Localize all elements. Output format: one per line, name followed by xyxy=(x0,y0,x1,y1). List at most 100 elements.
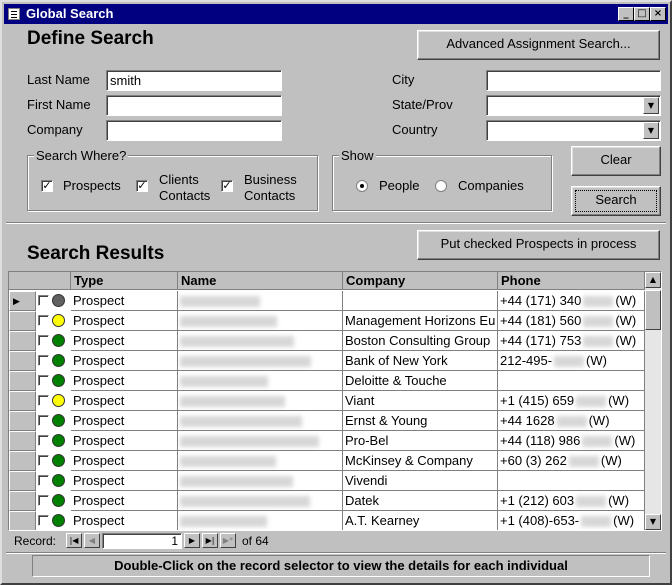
company-cell[interactable]: Ernst & Young xyxy=(343,411,498,431)
company-cell[interactable]: Bank of New York xyxy=(343,351,498,371)
name-cell[interactable] xyxy=(178,331,343,351)
name-cell[interactable] xyxy=(178,291,343,311)
record-selector[interactable] xyxy=(9,331,36,351)
phone-cell[interactable]: +44 (118) 986 (W) xyxy=(498,431,645,451)
company-cell[interactable]: Vivendi xyxy=(343,471,498,491)
prospects-checkbox[interactable]: ✓ xyxy=(41,180,53,192)
type-cell[interactable]: Prospect xyxy=(71,471,178,491)
record-selector[interactable] xyxy=(9,511,36,530)
row-checkbox[interactable] xyxy=(38,315,49,326)
new-record-icon[interactable]: ▶* xyxy=(220,533,236,548)
type-cell[interactable]: Prospect xyxy=(71,391,178,411)
record-selector[interactable] xyxy=(9,451,36,471)
company-cell[interactable]: Datek xyxy=(343,491,498,511)
name-cell[interactable] xyxy=(178,311,343,331)
business-contacts-checkbox[interactable]: ✓ xyxy=(221,180,233,192)
phone-cell[interactable]: +1 (212) 603 (W) xyxy=(498,491,645,511)
table-row[interactable]: Prospect McKinsey & Company +60 (3) 262 (W) xyxy=(9,451,645,471)
type-cell[interactable]: Prospect xyxy=(71,491,178,511)
clear-button[interactable]: Clear xyxy=(571,146,661,176)
type-cell[interactable]: Prospect xyxy=(71,351,178,371)
advanced-assignment-search-button[interactable]: Advanced Assignment Search... xyxy=(417,30,660,60)
table-row[interactable]: Prospect Viant +1 (415) 659 (W) xyxy=(9,391,645,411)
phone-cell[interactable]: 212-495- (W) xyxy=(498,351,645,371)
phone-cell[interactable] xyxy=(498,471,645,491)
column-header-type[interactable]: Type xyxy=(71,272,178,290)
name-cell[interactable] xyxy=(178,451,343,471)
type-cell[interactable]: Prospect xyxy=(71,311,178,331)
row-checkbox[interactable] xyxy=(38,375,49,386)
row-checkbox[interactable] xyxy=(38,435,49,446)
company-cell[interactable]: Viant xyxy=(343,391,498,411)
first-record-icon[interactable]: |◀ xyxy=(66,533,82,548)
previous-record-icon[interactable]: ◀ xyxy=(84,533,100,548)
name-cell[interactable] xyxy=(178,511,343,530)
column-header-name[interactable]: Name xyxy=(178,272,343,290)
state-prov-select[interactable]: ▼ xyxy=(486,95,661,116)
row-checkbox[interactable] xyxy=(38,495,49,506)
record-selector[interactable] xyxy=(9,491,36,511)
row-checkbox[interactable] xyxy=(38,515,49,526)
country-select[interactable]: ▼ xyxy=(486,120,661,141)
close-button[interactable]: × xyxy=(650,7,666,21)
state-dropdown-arrow-icon[interactable]: ▼ xyxy=(643,97,659,114)
city-input[interactable] xyxy=(486,70,661,91)
last-name-input[interactable]: smith xyxy=(106,70,282,91)
first-name-input[interactable] xyxy=(106,95,282,116)
phone-cell[interactable]: +60 (3) 262 (W) xyxy=(498,451,645,471)
record-selector[interactable] xyxy=(9,411,36,431)
table-row[interactable]: Prospect Pro-Bel +44 (118) 986 (W) xyxy=(9,431,645,451)
table-row[interactable]: Prospect A.T. Kearney +1 (408)-653- (W) xyxy=(9,511,645,530)
row-checkbox[interactable] xyxy=(38,295,49,306)
record-selector[interactable] xyxy=(9,351,36,371)
scroll-down-icon[interactable]: ▼ xyxy=(645,514,661,530)
table-row[interactable]: Prospect Boston Consulting Group +44 (171)… xyxy=(9,331,645,351)
table-row[interactable]: Prospect Bank of New York 212-495- (W) xyxy=(9,351,645,371)
clients-contacts-checkbox[interactable]: ✓ xyxy=(136,180,148,192)
type-cell[interactable]: Prospect xyxy=(71,411,178,431)
name-cell[interactable] xyxy=(178,391,343,411)
type-cell[interactable]: Prospect xyxy=(71,431,178,451)
put-checked-prospects-button[interactable]: Put checked Prospects in process xyxy=(417,230,660,260)
record-selector[interactable] xyxy=(9,371,36,391)
people-radio[interactable] xyxy=(356,180,368,192)
table-row[interactable]: Prospect Vivendi xyxy=(9,471,645,491)
table-row[interactable]: Prospect Ernst & Young +44 1628 (W) xyxy=(9,411,645,431)
record-selector[interactable]: ▶ xyxy=(9,291,36,311)
company-cell[interactable]: A.T. Kearney xyxy=(343,511,498,530)
next-record-icon[interactable]: ▶ xyxy=(184,533,200,548)
table-row[interactable]: Prospect Datek +1 (212) 603 (W) xyxy=(9,491,645,511)
column-header-phone[interactable]: Phone xyxy=(498,272,645,290)
phone-cell[interactable]: +44 (171) 340 (W) xyxy=(498,291,645,311)
minimize-button[interactable]: _ xyxy=(618,7,634,21)
scroll-thumb[interactable] xyxy=(645,290,661,330)
phone-cell[interactable]: +44 (171) 753 (W) xyxy=(498,331,645,351)
row-checkbox[interactable] xyxy=(38,455,49,466)
name-cell[interactable] xyxy=(178,431,343,451)
phone-cell[interactable]: +1 (408)-653- (W) xyxy=(498,511,645,530)
table-row[interactable]: Prospect Management Horizons Eu +44 (181) … xyxy=(9,311,645,331)
type-cell[interactable]: Prospect xyxy=(71,451,178,471)
record-selector[interactable] xyxy=(9,311,36,331)
search-button[interactable]: Search xyxy=(571,186,661,216)
name-cell[interactable] xyxy=(178,371,343,391)
company-input[interactable] xyxy=(106,120,282,141)
row-checkbox[interactable] xyxy=(38,355,49,366)
phone-cell[interactable]: +44 (181) 560 (W) xyxy=(498,311,645,331)
phone-cell[interactable]: +44 1628 (W) xyxy=(498,411,645,431)
name-cell[interactable] xyxy=(178,491,343,511)
record-selector[interactable] xyxy=(9,391,36,411)
record-number-input[interactable]: 1 xyxy=(102,533,182,549)
record-selector[interactable] xyxy=(9,471,36,491)
vertical-scrollbar[interactable]: ▲ ▼ xyxy=(645,272,661,530)
phone-cell[interactable]: +1 (415) 659 (W) xyxy=(498,391,645,411)
company-cell[interactable]: Deloitte & Touche xyxy=(343,371,498,391)
table-row[interactable]: ▶ Prospect +44 (171) 340 (W) xyxy=(9,291,645,311)
type-cell[interactable]: Prospect xyxy=(71,331,178,351)
companies-radio[interactable] xyxy=(435,180,447,192)
last-record-icon[interactable]: ▶| xyxy=(202,533,218,548)
company-cell[interactable]: Boston Consulting Group xyxy=(343,331,498,351)
table-row[interactable]: Prospect Deloitte & Touche xyxy=(9,371,645,391)
company-cell[interactable]: Pro-Bel xyxy=(343,431,498,451)
phone-cell[interactable] xyxy=(498,371,645,391)
